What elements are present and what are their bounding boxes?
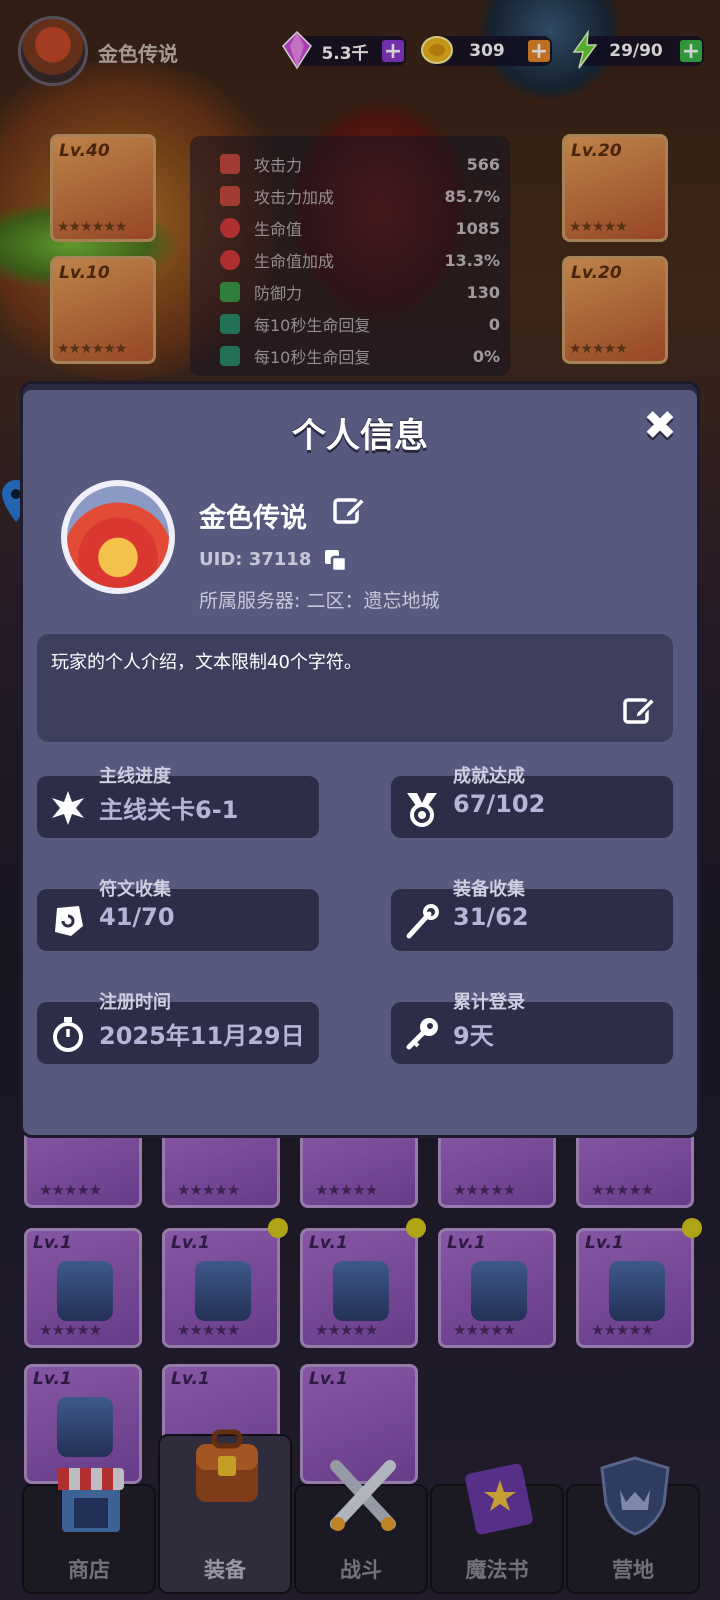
player-avatar[interactable]	[61, 480, 175, 594]
card-label: 装备收集	[453, 879, 525, 900]
card-value: 31/62	[453, 903, 529, 931]
staff-icon	[406, 904, 439, 939]
close-icon[interactable]: ✖	[641, 406, 679, 446]
card-runes: 符文收集 41/70	[37, 879, 319, 951]
edit-bio-icon[interactable]	[621, 692, 657, 728]
card-label: 注册时间	[99, 992, 171, 1013]
card-label: 符文收集	[99, 879, 171, 900]
card-label: 累计登录	[453, 992, 525, 1013]
edit-name-icon[interactable]	[331, 492, 367, 528]
card-value: 41/70	[99, 903, 175, 931]
profile-dialog: 个人信息 ✖ 金色传说 UID: 37118 所属服务器: 二区：遗忘地城 玩家…	[20, 381, 700, 1138]
card-label: 成就达成	[453, 766, 525, 787]
stopwatch-icon	[53, 1017, 83, 1052]
card-achievements: 成就达成 67/102	[391, 766, 673, 838]
star-burst-icon	[52, 791, 84, 825]
card-label: 主线进度	[99, 766, 171, 787]
card-equipment: 装备收集 31/62	[391, 879, 673, 951]
player-uid: UID: 37118	[199, 549, 312, 570]
card-value: 主线关卡6-1	[99, 796, 239, 824]
card-value: 2025年11月29日	[99, 1022, 305, 1050]
card-value: 67/102	[453, 790, 546, 818]
card-register-date: 注册时间 2025年11月29日	[37, 992, 319, 1064]
bio-box: 玩家的个人介绍，文本限制40个字符。	[37, 634, 673, 742]
dialog-title: 个人信息	[292, 416, 428, 456]
medal-icon	[407, 793, 437, 827]
card-main-progress: 主线进度 主线关卡6-1	[37, 766, 319, 838]
bio-text: 玩家的个人介绍，文本限制40个字符。	[51, 652, 362, 673]
card-login-days: 累计登录 9天	[391, 992, 673, 1064]
player-name: 金色传说	[199, 503, 307, 534]
rune-icon	[55, 906, 83, 936]
key-icon	[406, 1018, 438, 1050]
card-value: 9天	[453, 1022, 494, 1050]
player-server: 所属服务器: 二区：遗忘地城	[199, 590, 440, 612]
copy-icon[interactable]	[323, 548, 349, 574]
